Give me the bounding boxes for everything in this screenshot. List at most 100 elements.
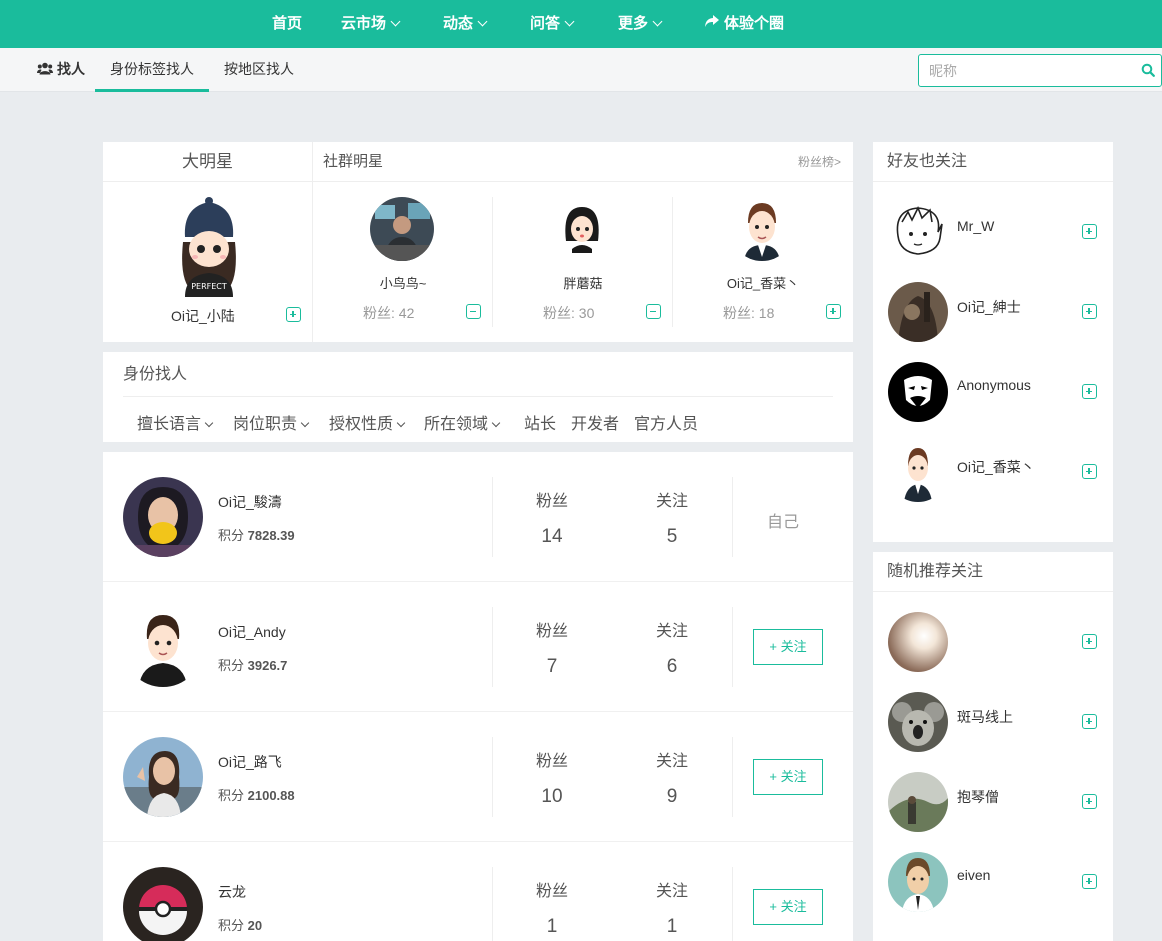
follow-button[interactable]: + 关注 bbox=[753, 759, 823, 795]
fans-count[interactable]: 10 bbox=[512, 786, 592, 808]
user-name[interactable]: 斑马线上 bbox=[957, 707, 1013, 727]
score-value: 2100.88 bbox=[247, 788, 295, 803]
score-label: 积分 bbox=[218, 658, 245, 673]
filter-official[interactable]: 官方人员 bbox=[634, 410, 698, 434]
user-name[interactable]: 云龙 bbox=[218, 882, 246, 902]
user-name[interactable]: eiven bbox=[957, 867, 990, 883]
follow-plus-icon[interactable] bbox=[1082, 874, 1097, 889]
self-label: 自己 bbox=[766, 514, 799, 531]
user-name[interactable]: Oi记_香菜丶 bbox=[957, 457, 1035, 477]
user-avatar[interactable] bbox=[888, 772, 948, 832]
user-avatar[interactable] bbox=[123, 737, 203, 817]
nav-home[interactable]: 首页 bbox=[272, 0, 302, 48]
following-count[interactable]: 1 bbox=[632, 916, 712, 938]
user-avatar[interactable] bbox=[888, 612, 948, 672]
chevron-down-icon bbox=[300, 418, 310, 428]
fans-count[interactable]: 14 bbox=[512, 526, 592, 548]
tab-identity-search[interactable]: 身份标签找人 bbox=[95, 48, 209, 92]
tab-region-search[interactable]: 按地区找人 bbox=[224, 48, 294, 92]
user-name[interactable]: 抱琴僧 bbox=[957, 787, 999, 807]
following-count[interactable]: 9 bbox=[632, 786, 712, 808]
tab-identity-search-label: 身份标签找人 bbox=[110, 61, 194, 77]
filter-language-label: 擅长语言 bbox=[137, 416, 202, 433]
user-name[interactable]: Anonymous bbox=[957, 377, 1031, 393]
following-count[interactable]: 6 bbox=[632, 656, 712, 678]
follow-plus-icon[interactable] bbox=[1082, 714, 1097, 729]
filter-field[interactable]: 所在领域 bbox=[424, 410, 501, 434]
big-star-avatar[interactable]: PERFECT bbox=[171, 197, 247, 297]
social-star-avatar[interactable] bbox=[730, 197, 794, 261]
nav-more[interactable]: 更多 bbox=[618, 0, 663, 48]
follow-plus-icon[interactable] bbox=[286, 307, 301, 322]
nav-cloud-market[interactable]: 云市场 bbox=[341, 0, 401, 48]
follow-plus-icon[interactable] bbox=[826, 304, 841, 319]
user-avatar[interactable] bbox=[888, 202, 948, 262]
filter-position[interactable]: 岗位职责 bbox=[233, 410, 310, 434]
unfollow-minus-icon[interactable] bbox=[646, 304, 661, 319]
nav-activity[interactable]: 动态 bbox=[443, 0, 488, 48]
big-star-section: 大明星 PERFECT Oi记_小陆 bbox=[103, 142, 313, 342]
user-name[interactable]: Oi记_紳士 bbox=[957, 297, 1021, 317]
random-recommend-panel: 随机推荐关注 斑马线上 抱琴僧 eiven bbox=[873, 552, 1113, 941]
user-avatar[interactable] bbox=[888, 442, 948, 502]
user-name[interactable]: Oi记_駿濤 bbox=[218, 492, 282, 512]
score-label: 积分 bbox=[218, 788, 245, 803]
social-star-avatar[interactable] bbox=[550, 197, 614, 261]
user-avatar[interactable] bbox=[123, 477, 203, 557]
follow-plus-icon[interactable] bbox=[1082, 304, 1097, 319]
unfollow-minus-icon[interactable] bbox=[466, 304, 481, 319]
nickname-search-input[interactable] bbox=[919, 55, 1129, 86]
users-icon bbox=[37, 62, 53, 75]
filter-webmaster-label: 站长 bbox=[524, 416, 557, 433]
filter-webmaster[interactable]: 站长 bbox=[524, 410, 556, 434]
score-label: 积分 bbox=[218, 528, 245, 543]
user-score: 积分 2100.88 bbox=[218, 785, 295, 804]
following-count[interactable]: 5 bbox=[632, 526, 712, 548]
user-avatar[interactable] bbox=[123, 607, 203, 687]
filter-license-label: 授权性质 bbox=[329, 416, 394, 433]
chevron-down-icon bbox=[564, 16, 575, 27]
chevron-down-icon bbox=[491, 418, 501, 428]
follow-plus-icon[interactable] bbox=[1082, 634, 1097, 649]
follow-button[interactable]: + 关注 bbox=[753, 889, 823, 925]
social-star-avatar[interactable] bbox=[370, 197, 434, 261]
user-avatar[interactable] bbox=[888, 362, 948, 422]
user-avatar[interactable] bbox=[123, 867, 203, 941]
follow-plus-icon[interactable] bbox=[1082, 794, 1097, 809]
social-star-name[interactable]: Oi记_香菜丶 bbox=[673, 273, 853, 292]
follow-button[interactable]: + 关注 bbox=[753, 629, 823, 665]
user-name[interactable]: Mr_W bbox=[957, 218, 994, 234]
fans-rank-link[interactable]: 粉丝榜> bbox=[798, 142, 841, 182]
user-name[interactable]: Oi记_路飞 bbox=[218, 752, 282, 772]
follow-plus-icon[interactable] bbox=[1082, 224, 1097, 239]
score-value: 20 bbox=[247, 918, 263, 933]
table-row: Oi记_駿濤 积分 7828.39 粉丝 14 关注 5 自己 bbox=[103, 452, 853, 582]
user-name[interactable]: Oi记_Andy bbox=[218, 622, 286, 642]
search-icon[interactable] bbox=[1141, 63, 1155, 77]
filter-official-label: 官方人员 bbox=[634, 416, 699, 433]
big-star-name[interactable]: Oi记_小陆 bbox=[171, 306, 235, 326]
nav-experience-circle[interactable]: 体验个圈 bbox=[704, 0, 784, 48]
list-item: Oi记_香菜丶 bbox=[873, 432, 1113, 512]
filter-license[interactable]: 授权性质 bbox=[329, 410, 406, 434]
fans-count[interactable]: 1 bbox=[512, 916, 592, 938]
nav-qa[interactable]: 问答 bbox=[530, 0, 575, 48]
identity-filter-panel: 身份找人 擅长语言 岗位职责 授权性质 所在领域 站长 开发者 官方人员 bbox=[103, 352, 853, 442]
divider bbox=[492, 737, 493, 817]
list-item bbox=[873, 602, 1113, 682]
filter-developer[interactable]: 开发者 bbox=[571, 410, 619, 434]
social-star-name[interactable]: 小鸟鸟~ bbox=[313, 273, 493, 292]
divider bbox=[492, 607, 493, 687]
divider bbox=[732, 867, 733, 941]
follow-plus-icon[interactable] bbox=[1082, 384, 1097, 399]
friends-follow-title: 好友也关注 bbox=[873, 142, 1113, 182]
user-avatar[interactable] bbox=[888, 282, 948, 342]
filter-field-label: 所在领域 bbox=[424, 416, 489, 433]
filter-language[interactable]: 擅长语言 bbox=[137, 410, 214, 434]
find-people-tab[interactable]: 找人 bbox=[37, 48, 85, 92]
follow-plus-icon[interactable] bbox=[1082, 464, 1097, 479]
user-avatar[interactable] bbox=[888, 852, 948, 912]
fans-count[interactable]: 7 bbox=[512, 656, 592, 678]
user-avatar[interactable] bbox=[888, 692, 948, 752]
social-star-name[interactable]: 胖蘑菇 bbox=[493, 273, 673, 292]
